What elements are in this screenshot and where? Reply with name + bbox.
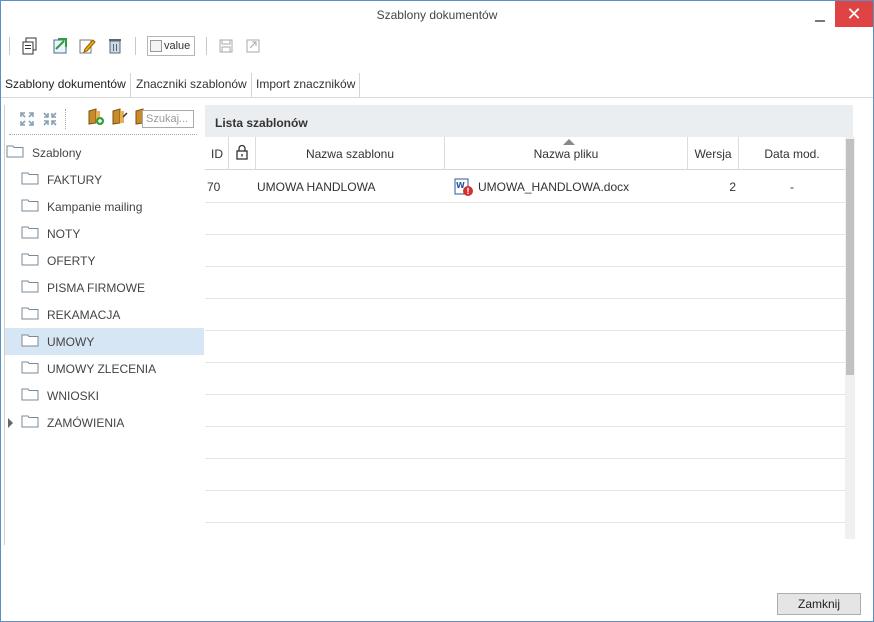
- folder-icon: [21, 279, 39, 296]
- column-header-lock[interactable]: [229, 137, 256, 170]
- tree-item-faktury[interactable]: FAKTURY: [5, 166, 204, 193]
- title-bar: Szablony dokumentów ✕: [1, 1, 873, 31]
- folder-icon: [6, 144, 24, 161]
- empty-row: [205, 491, 845, 523]
- tree-search-input[interactable]: Szukaj...: [142, 110, 194, 128]
- tree-item-umowy[interactable]: UMOWY: [5, 328, 204, 355]
- cell-id: 70: [207, 180, 221, 194]
- tree-item-zamowienia[interactable]: ZAMÓWIENIA: [5, 409, 204, 436]
- minimize-button[interactable]: [813, 11, 827, 25]
- cell-version: 2: [729, 180, 736, 194]
- cell-date: -: [790, 180, 794, 194]
- tree-item-label: FAKTURY: [47, 172, 103, 187]
- tree-item-umowy-zlecenia[interactable]: UMOWY ZLECENIA: [5, 355, 204, 382]
- tree-toolbar-divider: [9, 134, 197, 135]
- tree-root[interactable]: Szablony: [5, 139, 204, 166]
- tree-toolbar: Szukaj...: [5, 105, 204, 133]
- folder-icon: [21, 252, 39, 269]
- tree-item-label: WNIOSKI: [47, 388, 100, 403]
- save-icon[interactable]: [216, 36, 236, 56]
- tree-item-oferty[interactable]: OFERTY: [5, 247, 204, 274]
- empty-row: [205, 331, 845, 363]
- tree-item-label: PISMA FIRMOWE: [47, 280, 146, 295]
- empty-row: [205, 299, 845, 331]
- folder-icon: [21, 306, 39, 323]
- copy-icon[interactable]: [21, 36, 41, 56]
- close-button[interactable]: Zamknij: [777, 593, 861, 615]
- folder-icon: [21, 360, 39, 377]
- folder-icon: [21, 171, 39, 188]
- delete-icon[interactable]: [105, 36, 125, 56]
- scrollbar-thumb[interactable]: [846, 139, 854, 375]
- folder-icon: [21, 198, 39, 215]
- dialog-window: Szablony dokumentów ✕ value Szablony dok…: [0, 0, 874, 622]
- tree-item-rekamacja[interactable]: REKAMACJA: [5, 301, 204, 328]
- tab-znaczniki-szablonow[interactable]: Znaczniki szablonów: [132, 73, 252, 97]
- sort-ascending-icon: [563, 139, 575, 145]
- templates-list-panel: Lista szablonów ID Nazwa szablonu Nazwa …: [205, 105, 855, 539]
- empty-row: [205, 363, 845, 395]
- tree-item-label: UMOWY: [47, 334, 95, 349]
- column-header-id[interactable]: ID: [205, 137, 229, 170]
- cell-file: W UMOWA_HANDLOWA.docx: [454, 171, 684, 203]
- column-header-date[interactable]: Data mod.: [739, 137, 845, 170]
- broken-image-placeholder[interactable]: value: [147, 36, 195, 56]
- vertical-scrollbar[interactable]: [845, 137, 855, 539]
- folder-tree-panel: Szukaj... Szablony FAKTURY Kampanie mail…: [4, 105, 204, 545]
- cell-name: UMOWA HANDLOWA: [257, 180, 376, 194]
- tab-szablony-dokumentow[interactable]: Szablony dokumentów: [1, 73, 131, 97]
- empty-row: [205, 459, 845, 491]
- tab-bar: Szablony dokumentów Znaczniki szablonów …: [1, 73, 873, 97]
- expand-all-icon[interactable]: [19, 111, 35, 130]
- empty-row: [205, 395, 845, 427]
- image-alt-text: value: [164, 40, 191, 52]
- table-row[interactable]: 70 UMOWA HANDLOWA W UMOWA_HANDLOWA.docx …: [205, 171, 845, 203]
- tree-item-wnioski[interactable]: WNIOSKI: [5, 382, 204, 409]
- tree-item-pisma-firmowe[interactable]: PISMA FIRMOWE: [5, 274, 204, 301]
- expand-arrow-icon[interactable]: [8, 418, 13, 428]
- tree-item-label: ZAMÓWIENIA: [47, 415, 125, 430]
- add-folder-icon[interactable]: [87, 108, 105, 129]
- column-headers: ID Nazwa szablonu Nazwa pliku Wersja Dat…: [205, 137, 845, 170]
- undo-icon[interactable]: [243, 36, 263, 56]
- tree-root-label: Szablony: [32, 145, 82, 160]
- file-name-text: UMOWA_HANDLOWA.docx: [478, 180, 630, 194]
- close-window-button[interactable]: ✕: [835, 1, 873, 27]
- tree-item-kampanie-mailing[interactable]: Kampanie mailing: [5, 193, 204, 220]
- list-title: Lista szablonów: [205, 105, 853, 137]
- lock-icon: [235, 144, 249, 163]
- edit-folder-icon[interactable]: [111, 108, 129, 129]
- tree-item-noty[interactable]: NOTY: [5, 220, 204, 247]
- tree-item-label: Kampanie mailing: [47, 199, 143, 214]
- empty-row: [205, 203, 845, 235]
- column-header-version[interactable]: Wersja: [688, 137, 739, 170]
- tree-item-label: REKAMACJA: [47, 307, 121, 322]
- empty-row: [205, 427, 845, 459]
- broken-image-icon: [150, 40, 162, 52]
- window-title: Szablony dokumentów: [376, 8, 498, 22]
- folder-icon: [21, 414, 39, 431]
- empty-row: [205, 235, 845, 267]
- toolbar-separator: [135, 37, 136, 55]
- folder-icon: [21, 387, 39, 404]
- empty-row: [205, 267, 845, 299]
- tree-item-label: NOTY: [47, 226, 81, 241]
- tab-import-znacznikow[interactable]: Import znaczników: [252, 73, 361, 97]
- tree-toolbar-separator: [65, 109, 66, 129]
- collapse-all-icon[interactable]: [42, 111, 58, 130]
- toolbar: value: [1, 33, 873, 59]
- folder-icon: [21, 333, 39, 350]
- tree-item-label: OFERTY: [47, 253, 96, 268]
- word-document-warning-icon: W: [454, 177, 474, 197]
- edit-icon[interactable]: [77, 36, 97, 56]
- tabs-divider: [1, 97, 873, 98]
- export-icon[interactable]: [51, 36, 71, 56]
- toolbar-separator: [206, 37, 207, 55]
- folder-icon: [21, 225, 39, 242]
- toolbar-separator: [9, 37, 10, 55]
- column-header-name[interactable]: Nazwa szablonu: [256, 137, 445, 170]
- tree-item-label: UMOWY ZLECENIA: [47, 361, 157, 376]
